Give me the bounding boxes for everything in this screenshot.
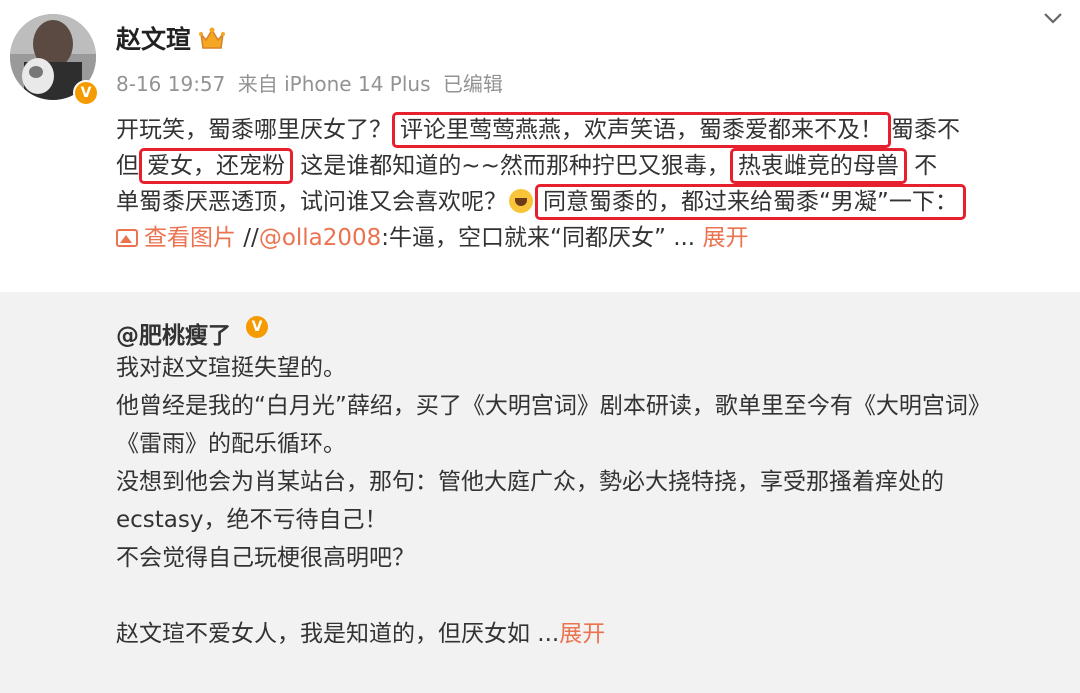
verified-badge-icon: V — [73, 80, 99, 106]
post-text-segment: 这是谁都知道的~~然而那种拧巴又狠毒， — [293, 153, 730, 179]
post-text-segment: 不 — [906, 153, 938, 179]
text-link[interactable]: 展开 — [702, 225, 748, 251]
repost-text-line: 没想到他会为肖某站台，那句：管他大庭广众，勢必大挠特挠，享受那搔着痒处的 — [116, 464, 944, 500]
post-text-segment: 蜀黍不 — [891, 117, 960, 143]
repost-text-line: 他曾经是我的“白月光”薛绍，买了《大明宫词》剧本研读，歌单里至今有《大明宫词》 — [116, 388, 991, 424]
post-time: 8-16 19:57 — [116, 72, 226, 96]
repost-text: 不会觉得自己玩梗很高明吧？ — [116, 545, 415, 571]
post-text-segment: :牛逼，空口就来“同都厌女” ... — [381, 225, 703, 251]
repost-author[interactable]: @肥桃瘦了 — [116, 316, 231, 350]
repost-text-line: 不会觉得自己玩梗很高明吧？ — [116, 540, 415, 576]
text-link[interactable]: @olla2008 — [259, 225, 381, 251]
highlighted-phrase: 评论里莺莺燕燕，欢声笑语，蜀黍爱都来不及！ — [392, 112, 891, 148]
chevron-down-icon[interactable] — [1042, 10, 1064, 26]
verified-badge-icon: V — [246, 316, 268, 338]
post-text-line: 单蜀黍厌恶透顶，试问谁又会喜欢呢？ 同意蜀黍的，都过来给蜀黍“男凝”一下： — [116, 184, 966, 220]
repost-text-line: 赵文瑄不爱女人，我是知道的，但厌女如 ...展开 — [116, 616, 605, 652]
highlighted-phrase: 热衷雌竞的母兽 — [729, 148, 907, 184]
repost-text-line: 《雷雨》的配乐循环。 — [116, 426, 346, 462]
repost-text: 没想到他会为肖某站台，那句：管他大庭广众，勢必大挠特挠，享受那搔着痒处的 — [116, 469, 944, 495]
highlighted-phrase: 爱女，还宠粉 — [139, 148, 293, 184]
image-icon[interactable] — [116, 229, 138, 247]
post-text-segment: 单蜀黍厌恶透顶，试问谁又会喜欢呢？ — [116, 189, 507, 215]
repost-text: 《雷雨》的配乐循环。 — [116, 431, 346, 457]
post-text-segment: 但 — [116, 153, 139, 179]
laugh-emoji — [509, 189, 533, 213]
post-username[interactable]: 赵文瑄 — [116, 20, 191, 56]
post-source: 来自 iPhone 14 Plus — [237, 72, 431, 96]
repost-text-line: ecstasy，绝不亏待自己！ — [116, 502, 388, 538]
post-meta: 8-16 19:57 来自 iPhone 14 Plus 已编辑 — [116, 68, 509, 97]
repost-text: ecstasy，绝不亏待自己！ — [116, 507, 388, 533]
post-text-segment: // — [236, 225, 259, 251]
highlighted-phrase: 同意蜀黍的，都过来给蜀黍“男凝”一下： — [535, 184, 966, 220]
expand-link[interactable]: 展开 — [559, 621, 605, 647]
repost-text-line: 我对赵文瑄挺失望的。 — [116, 350, 346, 386]
post-text-line: 开玩笑，蜀黍哪里厌女了？ 评论里莺莺燕燕，欢声笑语，蜀黍爱都来不及！ 蜀黍不 — [116, 112, 960, 148]
repost-text: 赵文瑄不爱女人，我是知道的，但厌女如 ... — [116, 621, 560, 647]
weibo-post: V 赵文瑄 8-16 19:57 来自 iPhone 14 Plus 已编辑 开… — [0, 0, 1080, 292]
post-edited: 已编辑 — [442, 72, 503, 96]
crown-icon — [199, 27, 225, 49]
post-text-segment: 开玩笑，蜀黍哪里厌女了？ — [116, 117, 392, 143]
text-link[interactable]: 查看图片 — [144, 225, 236, 251]
repost-text: 他曾经是我的“白月光”薛绍，买了《大明宫词》剧本研读，歌单里至今有《大明宫词》 — [116, 393, 991, 419]
post-text-line: 但爱女，还宠粉 这是谁都知道的~~然而那种拧巴又狠毒， 热衷雌竞的母兽 不 — [116, 148, 937, 184]
repost-text: 我对赵文瑄挺失望的。 — [116, 355, 346, 381]
post-text-line: 查看图片 //@olla2008:牛逼，空口就来“同都厌女” ... 展开 — [116, 220, 748, 256]
